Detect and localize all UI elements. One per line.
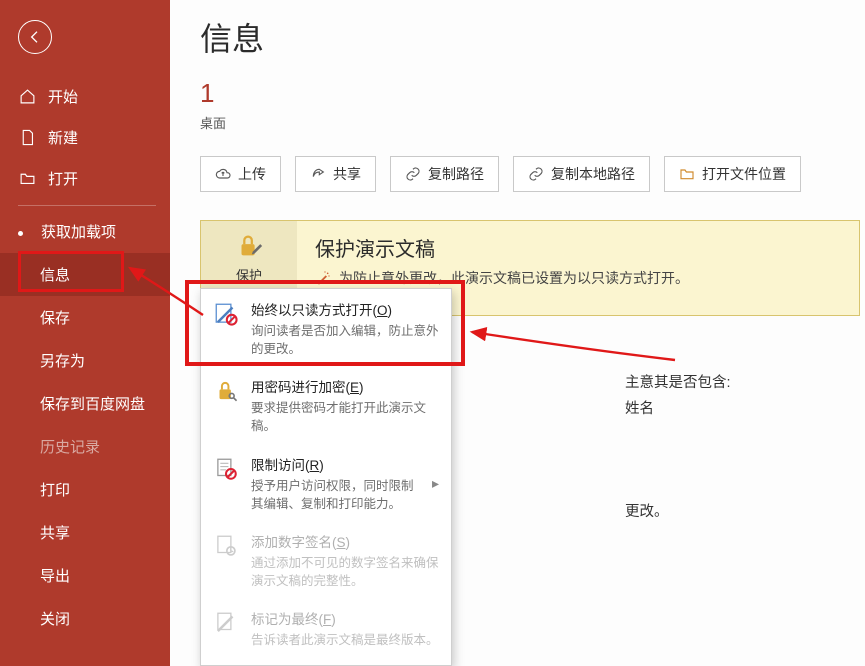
dropdown-item-title: 限制访问(R)	[251, 454, 418, 474]
background-text: 主意其是否包含: 姓名	[625, 370, 731, 422]
sidebar-item-label: 开始	[48, 86, 78, 107]
folder-open-icon	[18, 170, 36, 187]
dropdown-item-readonly[interactable]: 始终以只读方式打开(O) 询问读者是否加入编辑，防止意外的更改。	[201, 291, 451, 368]
dropdown-item-restrict[interactable]: 限制访问(R) 授予用户访问权限，同时限制其编辑、复制和打印能力。 ▸	[201, 446, 451, 523]
button-label: 打开文件位置	[702, 164, 786, 184]
dropdown-item-encrypt[interactable]: 用密码进行加密(E) 要求提供密码才能打开此演示文稿。	[201, 368, 451, 445]
protect-heading: 保护演示文稿	[315, 233, 689, 262]
doc-number: 1	[200, 78, 865, 109]
sidebar-item-history[interactable]: 历史记录	[0, 425, 170, 468]
sidebar-item-saveas[interactable]: 另存为	[0, 339, 170, 382]
bg-line: 姓名	[625, 396, 731, 422]
button-label-line1: 保护	[236, 265, 262, 284]
sidebar-item-print[interactable]: 打印	[0, 468, 170, 511]
share-icon	[310, 166, 326, 182]
action-bar: 上传 共享 复制路径 复制本地路径 打开文件位置	[200, 156, 865, 192]
dropdown-item-title: 添加数字签名(S)	[251, 531, 439, 551]
page-title: 信息	[200, 14, 865, 60]
home-icon	[18, 88, 36, 105]
upload-button[interactable]: 上传	[200, 156, 281, 192]
lock-key-icon	[211, 376, 241, 435]
doc-location: 桌面	[200, 113, 865, 132]
sidebar-item-close[interactable]: 关闭	[0, 597, 170, 640]
backstage-sidebar: 开始 新建 打开 获取加载项 信息 保存 另存为 保存到百度网盘 历史记录 打印…	[0, 0, 170, 666]
dropdown-item-title: 标记为最终(F)	[251, 608, 439, 628]
sidebar-item-save-baidu[interactable]: 保存到百度网盘	[0, 382, 170, 425]
arrow-left-icon	[27, 29, 43, 45]
dropdown-item-desc: 询问读者是否加入编辑，防止意外的更改。	[251, 322, 439, 358]
button-label: 复制路径	[428, 164, 484, 184]
copy-path-button[interactable]: 复制路径	[390, 156, 499, 192]
lock-pencil-icon	[234, 231, 264, 261]
readonly-icon	[211, 299, 241, 358]
sidebar-item-label: 打开	[48, 168, 78, 189]
link-icon	[528, 166, 544, 182]
open-location-button[interactable]: 打开文件位置	[664, 156, 801, 192]
link-icon	[405, 166, 421, 182]
dropdown-item-title: 始终以只读方式打开(O)	[251, 299, 439, 319]
mark-final-icon	[211, 608, 241, 649]
cloud-upload-icon	[215, 166, 231, 182]
sidebar-divider	[18, 205, 156, 206]
copy-local-path-button[interactable]: 复制本地路径	[513, 156, 650, 192]
folder-icon	[679, 166, 695, 182]
sidebar-item-addins[interactable]: 获取加载项	[0, 210, 170, 253]
wand-icon	[315, 270, 331, 286]
bg-line: 主意其是否包含:	[625, 370, 731, 396]
sidebar-item-home[interactable]: 开始	[0, 76, 170, 117]
back-button[interactable]	[18, 20, 52, 54]
dropdown-item-signature: 添加数字签名(S) 通过添加不可见的数字签名来确保演示文稿的完整性。	[201, 523, 451, 600]
sidebar-item-share[interactable]: 共享	[0, 511, 170, 554]
sidebar-item-save[interactable]: 保存	[0, 296, 170, 339]
restrict-icon	[211, 454, 241, 513]
protect-dropdown: 始终以只读方式打开(O) 询问读者是否加入编辑，防止意外的更改。 用密码进行加密…	[200, 288, 452, 666]
dropdown-item-desc: 告诉读者此演示文稿是最终版本。	[251, 631, 439, 649]
protect-text: 为防止意外更改，此演示文稿已设置为以只读方式打开。	[339, 268, 689, 288]
sidebar-item-new[interactable]: 新建	[0, 117, 170, 158]
sidebar-item-label: 新建	[48, 127, 78, 148]
button-label: 共享	[333, 164, 361, 184]
bg-line: 更改。	[625, 500, 669, 521]
dropdown-item-desc: 授予用户访问权限，同时限制其编辑、复制和打印能力。	[251, 477, 418, 513]
button-label: 上传	[238, 164, 266, 184]
dropdown-item-title: 用密码进行加密(E)	[251, 376, 439, 396]
button-label: 复制本地路径	[551, 164, 635, 184]
signature-icon	[211, 531, 241, 590]
share-button[interactable]: 共享	[295, 156, 376, 192]
sidebar-item-export[interactable]: 导出	[0, 554, 170, 597]
chevron-right-icon: ▸	[428, 475, 439, 492]
background-text: 更改。	[625, 500, 669, 521]
file-icon	[18, 129, 36, 146]
sidebar-item-open[interactable]: 打开	[0, 158, 170, 199]
sidebar-item-info[interactable]: 信息	[0, 253, 170, 296]
dropdown-item-markfinal: 标记为最终(F) 告诉读者此演示文稿是最终版本。	[201, 600, 451, 659]
dropdown-item-desc: 要求提供密码才能打开此演示文稿。	[251, 399, 439, 435]
dropdown-item-desc: 通过添加不可见的数字签名来确保演示文稿的完整性。	[251, 554, 439, 590]
